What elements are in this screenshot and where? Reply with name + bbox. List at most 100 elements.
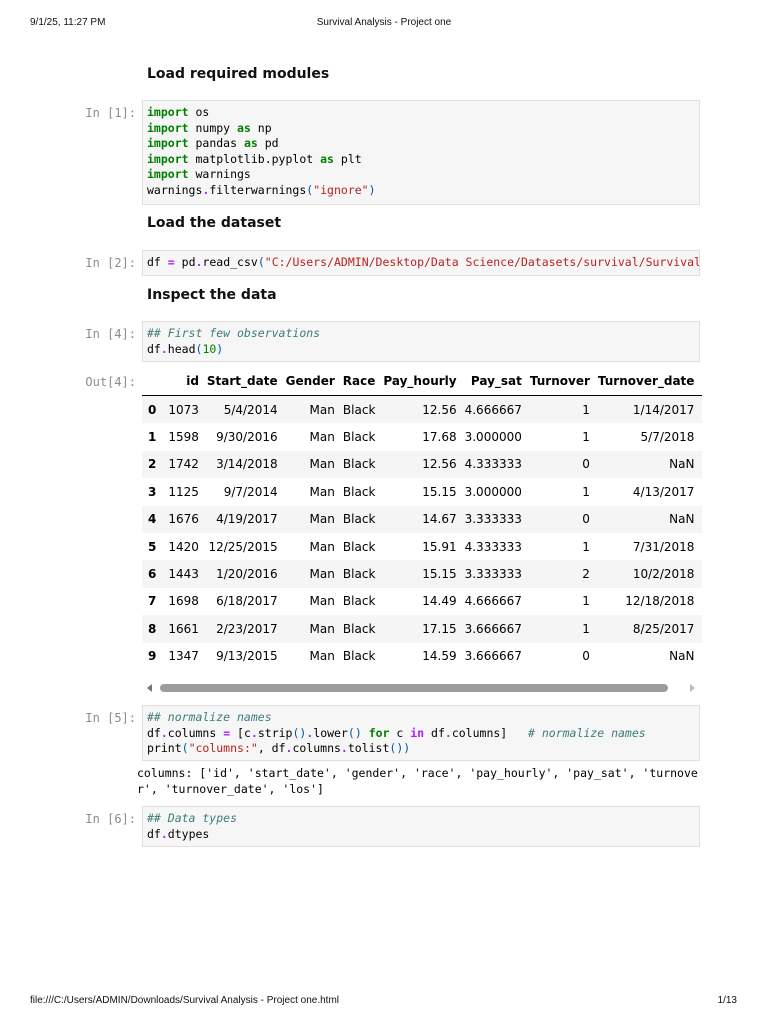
table-cell: 14.67	[422, 512, 457, 527]
code-operator: .	[444, 725, 452, 740]
code-keyword: import	[147, 136, 189, 150]
table-cell: 1420	[168, 539, 199, 554]
code-line: import warnings	[147, 167, 695, 183]
table-cell: 4.666667	[464, 594, 522, 609]
table-cell: 1	[582, 539, 590, 554]
table-cell: Black	[342, 567, 376, 582]
code-number: 10	[202, 341, 217, 356]
code-text: [c	[230, 725, 251, 740]
table-cell: 9/30/2016	[216, 430, 278, 445]
code-text: tolist	[347, 741, 390, 755]
code-operator: .	[160, 341, 168, 356]
code-comment: ## First few observations	[147, 326, 321, 340]
code-text: matplotlib.pyplot	[188, 151, 321, 166]
code-paren: (	[257, 255, 265, 269]
code-paren: (	[181, 741, 189, 755]
table-cell: 987	[698, 396, 702, 424]
table-cell: Black	[342, 430, 376, 445]
heading-inspect: Inspect the data	[147, 287, 277, 303]
dataframe-output[interactable]: id Start_date Gender Race Pay_hourly Pay_sat T…	[142, 367, 702, 671]
table-cell: 1	[582, 594, 590, 609]
table-cell: Man	[309, 594, 335, 609]
table-cell: 5/4/2014	[223, 402, 278, 417]
row-index: 4	[148, 512, 157, 527]
code-text: , df	[257, 741, 286, 755]
code-operator: .	[250, 725, 258, 740]
code-keyword: for	[368, 725, 390, 740]
table-cell: Black	[342, 539, 376, 554]
code-line: import pandas as pd	[147, 136, 695, 152]
code-string: "columns:"	[188, 741, 258, 755]
table-cell: 2/23/2017	[216, 621, 278, 636]
table-cell: 1661	[168, 621, 199, 636]
code-cell-normalize[interactable]: ## normalize names df.columns = [c.strip…	[142, 705, 700, 761]
code-paren: ()	[292, 725, 307, 740]
cell-4-out-prompt: Out[4]:	[85, 375, 136, 389]
table-cell: 14.49	[422, 594, 457, 609]
table-cell: 4.333333	[464, 539, 522, 554]
code-cell-read-csv[interactable]: df = pd.read_csv("C:/Users/ADMIN/Desktop…	[142, 250, 700, 276]
table-row: 2 1742 3/14/2018 Man Black 12.56 4.333333 0 NaN2…	[142, 450, 702, 479]
row-index: 6	[148, 567, 157, 582]
table-cell: 12/18/2018	[625, 594, 695, 609]
print-url: file:///C:/Users/ADMIN/Downloads/Surviva…	[30, 995, 339, 1006]
table-cell: 1742	[168, 457, 199, 472]
table-cell: 3/14/2018	[216, 457, 278, 472]
table-cell: 4.666667	[464, 402, 522, 417]
table-cell: 0	[582, 457, 590, 472]
code-line: warnings.filterwarnings("ignore")	[147, 183, 695, 199]
column-header: Pay_sat	[460, 367, 526, 396]
table-cell: 1	[582, 430, 590, 445]
table-cell: Man	[309, 484, 335, 499]
table-row: 7 1698 6/18/2017 Man Black 14.49 4.666667 1 12/1…	[142, 588, 702, 615]
table-cell: 12.56	[422, 402, 457, 417]
code-cell-imports[interactable]: import os import numpy as np import pand…	[142, 100, 700, 205]
cell-6-prompt: In [6]:	[85, 812, 136, 826]
table-cell: 3.333333	[464, 512, 522, 527]
code-line: df = pd.read_csv("C:/Users/ADMIN/Desktop…	[147, 255, 699, 271]
code-line: df.head(10)	[147, 342, 695, 358]
cell-1-prompt: In [1]:	[85, 106, 136, 120]
print-title: Survival Analysis - Project one	[316, 17, 452, 28]
code-line: import matplotlib.pyplot as plt	[147, 152, 695, 168]
table-cell: Black	[342, 457, 376, 472]
code-text: columns	[167, 725, 224, 740]
code-string: "ignore"	[313, 182, 369, 197]
horizontal-scrollbar[interactable]	[142, 681, 700, 695]
code-line: print("columns:", df.columns.tolist())	[147, 741, 695, 757]
code-comment: ## Data types	[147, 811, 238, 825]
code-cell-head[interactable]: ## First few observations df.head(10)	[142, 321, 700, 362]
print-header: 9/1/25, 11:27 PM Survival Analysis - Pro…	[0, 17, 768, 31]
table-cell: 9/13/2015	[216, 649, 278, 664]
code-paren: )	[216, 341, 224, 356]
code-line: import numpy as np	[147, 121, 695, 137]
table-cell: 292	[698, 451, 702, 478]
table-cell: Black	[342, 512, 376, 527]
table-cell: 1	[582, 402, 590, 417]
scroll-right-arrow-icon[interactable]	[690, 684, 695, 692]
table-cell: NaN	[669, 649, 695, 664]
code-paren: ())	[389, 741, 411, 755]
code-text: warnings	[188, 167, 251, 181]
table-cell: Man	[309, 512, 335, 527]
table-cell: 9/7/2014	[223, 484, 278, 499]
table-cell: NaN	[669, 457, 695, 472]
row-index: 9	[148, 649, 157, 664]
table-row: 4 1676 4/19/2017 Man Black 14.67 3.333333 0 NaN6…	[142, 505, 702, 533]
table-cell: 0	[582, 649, 590, 664]
cell-2-prompt: In [2]:	[85, 256, 136, 270]
table-cell: Man	[309, 402, 335, 417]
dataframe-table: id Start_date Gender Race Pay_hourly Pay_sat T…	[142, 367, 702, 670]
table-cell: Black	[342, 621, 376, 636]
cell-5-prompt: In [5]:	[85, 711, 136, 725]
scrollbar-thumb[interactable]	[160, 684, 668, 692]
code-comment: # normalize names	[528, 725, 646, 740]
table-cell: 17.68	[422, 430, 457, 445]
table-cell: Black	[342, 594, 376, 609]
code-cell-dtypes[interactable]: ## Data types df.dtypes	[142, 806, 700, 847]
table-cell: 15.15	[422, 484, 457, 499]
scroll-left-arrow-icon[interactable]	[147, 684, 152, 692]
code-text: columns]	[451, 725, 528, 740]
table-cell: 5/7/2018	[640, 430, 695, 445]
column-header: Turnover_date	[593, 367, 699, 396]
